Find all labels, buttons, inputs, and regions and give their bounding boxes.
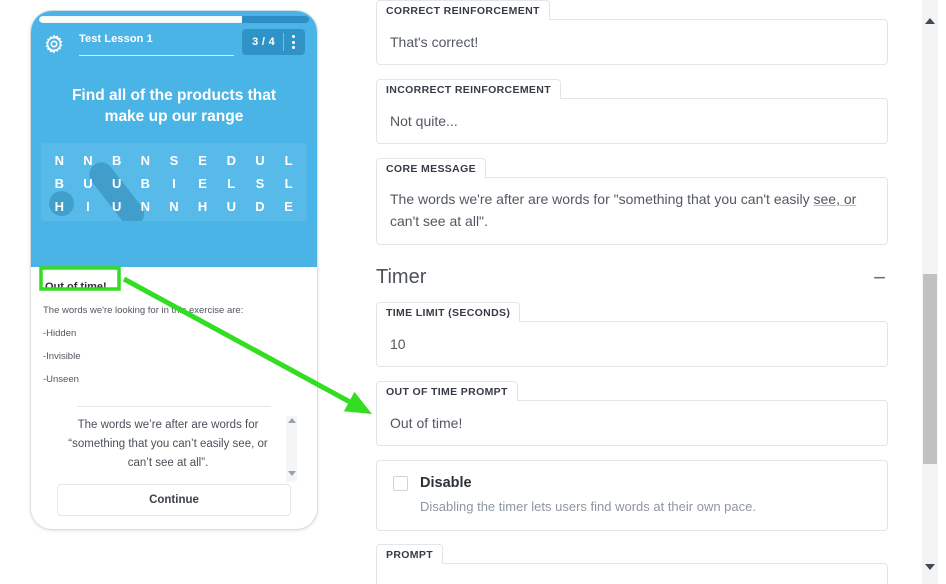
disable-checkbox[interactable] (393, 475, 408, 491)
field-core-message: CORE MESSAGE The words we're after are w… (376, 158, 888, 246)
scroll-up-arrow-icon[interactable] (922, 12, 938, 30)
time-limit-label: TIME LIMIT (SECONDS) (376, 302, 521, 322)
triangle-down-icon[interactable] (287, 471, 296, 480)
lesson-title: Test Lesson 1 (79, 32, 235, 56)
grid-letter[interactable]: E (193, 176, 213, 191)
grid-letter[interactable]: L (279, 176, 299, 191)
lesson-progress-bar (39, 16, 309, 23)
grid-letter[interactable]: H (49, 199, 69, 214)
grid-letter[interactable]: U (78, 176, 98, 191)
grid-letter[interactable]: N (49, 153, 69, 168)
preview-scrollbar[interactable] (286, 416, 297, 482)
grid-letter[interactable]: E (193, 153, 213, 168)
word-list: -Hidden -Invisible -Unseen (43, 328, 305, 386)
grid-letter[interactable]: B (49, 176, 69, 191)
out-of-time-prompt-label: OUT OF TIME PROMPT (376, 381, 518, 401)
disable-label: Disable (420, 475, 472, 491)
grid-letter[interactable]: B (135, 176, 155, 191)
field-incorrect-reinforcement: INCORRECT REINFORCEMENT Not quite... (376, 79, 888, 145)
word-search-grid[interactable]: NNBNSEDUL BUUBIELSL HIUNNHUDE (41, 143, 307, 221)
core-message-label: CORE MESSAGE (376, 158, 486, 178)
core-message-input[interactable]: The words we're after are words for "som… (376, 177, 888, 245)
grid-row: BUUBIELSL (45, 172, 303, 195)
scroll-down-arrow-icon[interactable] (922, 558, 938, 576)
out-of-time-prompt-input[interactable]: Out of time! (376, 400, 888, 446)
field-prompt: PROMPT (376, 544, 888, 584)
kebab-menu-icon[interactable] (284, 35, 303, 49)
grid-letter[interactable]: H (193, 199, 213, 214)
annotation-arrow-head (343, 391, 372, 414)
lesson-progress-count: 3 / 4 (252, 36, 275, 48)
grid-letter[interactable]: S (250, 176, 270, 191)
grid-letter[interactable]: D (250, 199, 270, 214)
field-correct-reinforcement: CORRECT REINFORCEMENT That's correct! (376, 0, 888, 66)
page-scrollbar[interactable] (922, 0, 938, 584)
core-message-text-part2: can't see at all". (390, 213, 488, 229)
grid-letter[interactable]: U (250, 153, 270, 168)
words-intro-text: The words we're looking for in this exer… (43, 305, 244, 316)
grid-row: NNBNSEDUL (45, 149, 303, 172)
grid-letter[interactable]: N (135, 153, 155, 168)
word-list-item: -Invisible (43, 351, 81, 362)
grid-letter[interactable]: N (164, 199, 184, 214)
gear-icon[interactable] (43, 33, 65, 55)
minus-icon[interactable]: − (871, 266, 888, 288)
grid-letter[interactable]: N (78, 153, 98, 168)
grid-letter[interactable]: E (279, 199, 299, 214)
lesson-progress-fill (39, 16, 242, 23)
grid-letter[interactable]: U (221, 199, 241, 214)
grid-letter[interactable]: L (221, 176, 241, 191)
disable-timer-panel: Disable Disabling the timer lets users f… (376, 460, 888, 531)
word-list-item: -Unseen (43, 374, 79, 385)
disable-help-text: Disabling the timer lets users find word… (420, 499, 756, 514)
field-time-limit: TIME LIMIT (SECONDS) 10 (376, 302, 888, 368)
correct-reinforcement-label: CORRECT REINFORCEMENT (376, 0, 550, 20)
out-of-time-title: Out of time! (45, 281, 107, 293)
lesson-title-wrap: Test Lesson 1 (79, 32, 235, 56)
continue-button[interactable]: Continue (57, 484, 291, 516)
incorrect-reinforcement-input[interactable]: Not quite... (376, 98, 888, 144)
prompt-label: PROMPT (376, 544, 444, 564)
divider (77, 406, 271, 407)
grid-letter[interactable]: S (164, 153, 184, 168)
lesson-progress-badge: 3 / 4 (242, 29, 305, 55)
phone-blue-header: Test Lesson 1 3 / 4 Find all of the prod… (31, 11, 317, 267)
grid-letter[interactable]: I (164, 176, 184, 191)
triangle-up-icon[interactable] (287, 418, 296, 427)
timer-section-header: Timer − (376, 266, 888, 289)
field-out-of-time-prompt: OUT OF TIME PROMPT Out of time! (376, 381, 888, 447)
timer-section-title: Timer (376, 266, 427, 288)
settings-form-panel: CORRECT REINFORCEMENT That's correct! IN… (376, 0, 888, 584)
grid-letter[interactable]: B (107, 153, 127, 168)
exercise-heading: Find all of the products that make up ou… (71, 87, 277, 125)
incorrect-reinforcement-label: INCORRECT REINFORCEMENT (376, 79, 561, 99)
word-list-item: -Hidden (43, 328, 77, 339)
grid-letter[interactable]: D (221, 153, 241, 168)
core-message-preview-text: The words we’re after are words for “som… (68, 419, 268, 469)
core-message-preview-scrollbox[interactable]: The words we’re after are words for “som… (43, 416, 305, 482)
scrollbar-thumb[interactable] (923, 274, 937, 464)
correct-reinforcement-input[interactable]: That's correct! (376, 19, 888, 65)
grid-row: HIUNNHUDE (45, 195, 303, 218)
grid-letter[interactable]: L (279, 153, 299, 168)
grid-letter[interactable]: N (135, 199, 155, 214)
prompt-input[interactable] (376, 563, 888, 584)
disable-checkbox-row[interactable]: Disable (393, 475, 871, 491)
phone-body: Out of time! The words we're looking for… (31, 267, 317, 516)
core-message-spellcheck-word: see, or (813, 191, 857, 207)
time-limit-input[interactable]: 10 (376, 321, 888, 367)
app-root: Test Lesson 1 3 / 4 Find all of the prod… (0, 0, 946, 584)
phone-preview: Test Lesson 1 3 / 4 Find all of the prod… (30, 10, 318, 530)
grid-letter[interactable]: U (107, 176, 127, 191)
grid-letter[interactable]: U (107, 199, 127, 214)
grid-letter[interactable]: I (78, 199, 98, 214)
core-message-text-part1: The words we're after are words for "som… (390, 191, 814, 207)
